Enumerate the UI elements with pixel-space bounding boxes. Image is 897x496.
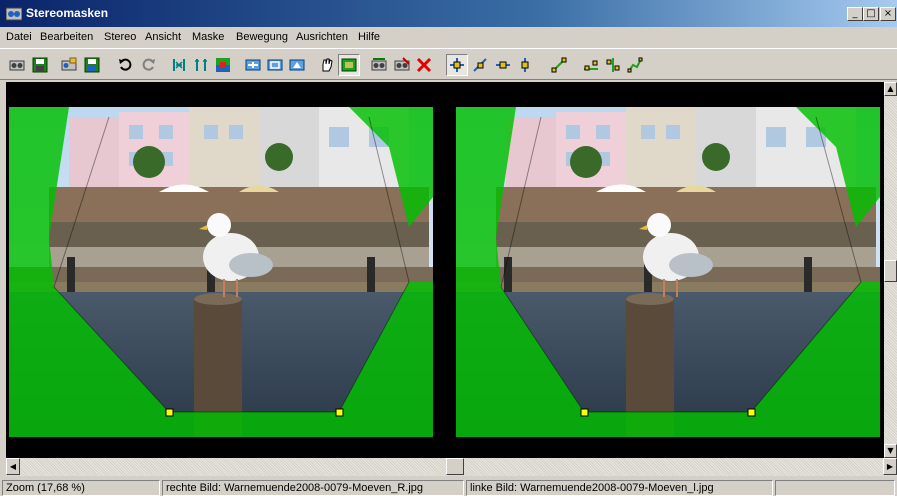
scroll-up-button[interactable]: ▲	[884, 82, 897, 96]
menu-bearbeiten[interactable]: Bearbeiten	[40, 31, 93, 43]
delete-mask-icon	[416, 57, 432, 73]
path-button[interactable]	[624, 54, 646, 76]
toolbar	[0, 48, 897, 80]
save-icon	[32, 57, 48, 73]
animate-icon	[371, 58, 387, 71]
fit-button[interactable]	[264, 54, 286, 76]
save-image-icon	[84, 57, 100, 73]
edit-point-button[interactable]	[548, 54, 570, 76]
scroll-down-button[interactable]: ▼	[884, 444, 897, 458]
arrow-left-icon: ◀	[9, 462, 17, 471]
add-point-button[interactable]	[469, 54, 491, 76]
horizontal-scrollbar[interactable]: ◀ ▶	[6, 458, 897, 476]
flip-icon	[173, 59, 185, 71]
mask-color-button[interactable]	[212, 54, 234, 76]
arrow-right-icon: ▶	[886, 462, 894, 471]
split-icon	[195, 59, 207, 71]
undo-icon	[119, 58, 132, 71]
minimize-icon: _	[852, 8, 858, 19]
edge-button[interactable]	[580, 54, 602, 76]
move-horizontal-button[interactable]	[492, 54, 514, 76]
menu-datei[interactable]: Datei	[6, 31, 32, 43]
align-icon	[606, 58, 620, 72]
move-icon	[245, 59, 261, 71]
menu-ansicht[interactable]: Ansicht	[145, 31, 181, 43]
move-vertical-button[interactable]	[514, 54, 536, 76]
menu-bewegung[interactable]: Bewegung	[236, 31, 288, 43]
app-icon	[6, 7, 22, 21]
add-point-icon	[473, 58, 487, 72]
maximize-button[interactable]: □	[863, 7, 879, 21]
fit-icon	[267, 59, 283, 71]
edit-point-icon	[551, 57, 567, 73]
edge-icon	[584, 60, 598, 71]
align-button[interactable]	[602, 54, 624, 76]
delete-mask-button[interactable]	[413, 54, 435, 76]
status-bar: Zoom (17,68 %) rechte Bild: Warnemuende2…	[0, 478, 897, 496]
zoom-icon	[289, 59, 305, 71]
mask-color-icon	[216, 58, 230, 72]
move-points-icon	[450, 58, 464, 72]
undo-button[interactable]	[115, 54, 137, 76]
hand-button[interactable]	[316, 54, 338, 76]
left-image-status: linke Bild: Warnemuende2008-0079-Moeven_…	[466, 480, 773, 496]
redo-button[interactable]	[137, 54, 159, 76]
animate-mask-icon	[394, 57, 410, 71]
save-button[interactable]	[29, 54, 51, 76]
horizontal-scroll-thumb[interactable]	[446, 458, 464, 475]
open-pair-icon	[9, 60, 25, 71]
zoom-status: Zoom (17,68 %)	[2, 480, 160, 496]
open-pair-button[interactable]	[6, 54, 28, 76]
menu-hilfe[interactable]: Hilfe	[358, 31, 380, 43]
animate-button[interactable]	[368, 54, 390, 76]
open-image-icon	[61, 57, 77, 71]
status-panel-empty	[775, 480, 895, 496]
open-image-button[interactable]	[58, 54, 80, 76]
right-image-status: rechte Bild: Warnemuende2008-0079-Moeven…	[162, 480, 464, 496]
stereo-canvas[interactable]	[6, 82, 884, 458]
move-points-button[interactable]	[446, 54, 468, 76]
right-image-pane[interactable]	[9, 107, 433, 437]
maximize-icon: □	[866, 8, 876, 19]
scroll-right-button[interactable]: ▶	[883, 458, 897, 475]
window-title: Stereomasken	[26, 6, 109, 20]
title-bar[interactable]: Stereomasken _ □ ×	[0, 0, 897, 27]
mask-toggle-icon	[341, 58, 357, 72]
animate-mask-button[interactable]	[391, 54, 413, 76]
flip-button[interactable]	[168, 54, 190, 76]
left-image	[456, 107, 880, 437]
vertical-scrollbar[interactable]: ▲ ▼	[884, 82, 897, 458]
menu-stereo[interactable]: Stereo	[104, 31, 136, 43]
close-icon: ×	[883, 8, 893, 19]
minimize-button[interactable]: _	[847, 7, 863, 21]
move-button[interactable]	[242, 54, 264, 76]
arrow-up-icon: ▲	[887, 84, 894, 93]
move-horizontal-icon	[496, 61, 510, 69]
close-button[interactable]: ×	[880, 7, 896, 21]
mask-toggle-button[interactable]	[338, 54, 360, 76]
split-button[interactable]	[190, 54, 212, 76]
menu-maske[interactable]: Maske	[192, 31, 224, 43]
vertical-scroll-thumb[interactable]	[884, 260, 897, 282]
hand-icon	[322, 58, 333, 72]
menu-ausrichten[interactable]: Ausrichten	[296, 31, 348, 43]
zoom-button[interactable]	[286, 54, 308, 76]
move-vertical-icon	[521, 58, 529, 72]
scroll-left-button[interactable]: ◀	[6, 458, 20, 475]
left-image-pane[interactable]	[456, 107, 880, 437]
menu-bar: Datei Bearbeiten Stereo Ansicht Maske Be…	[0, 27, 897, 47]
save-image-button[interactable]	[81, 54, 103, 76]
redo-icon	[142, 58, 155, 71]
app-window: Stereomasken _ □ × Datei Bearbeiten Ster…	[0, 0, 897, 496]
arrow-down-icon: ▼	[887, 446, 894, 455]
right-image	[9, 107, 433, 437]
path-icon	[627, 57, 643, 73]
